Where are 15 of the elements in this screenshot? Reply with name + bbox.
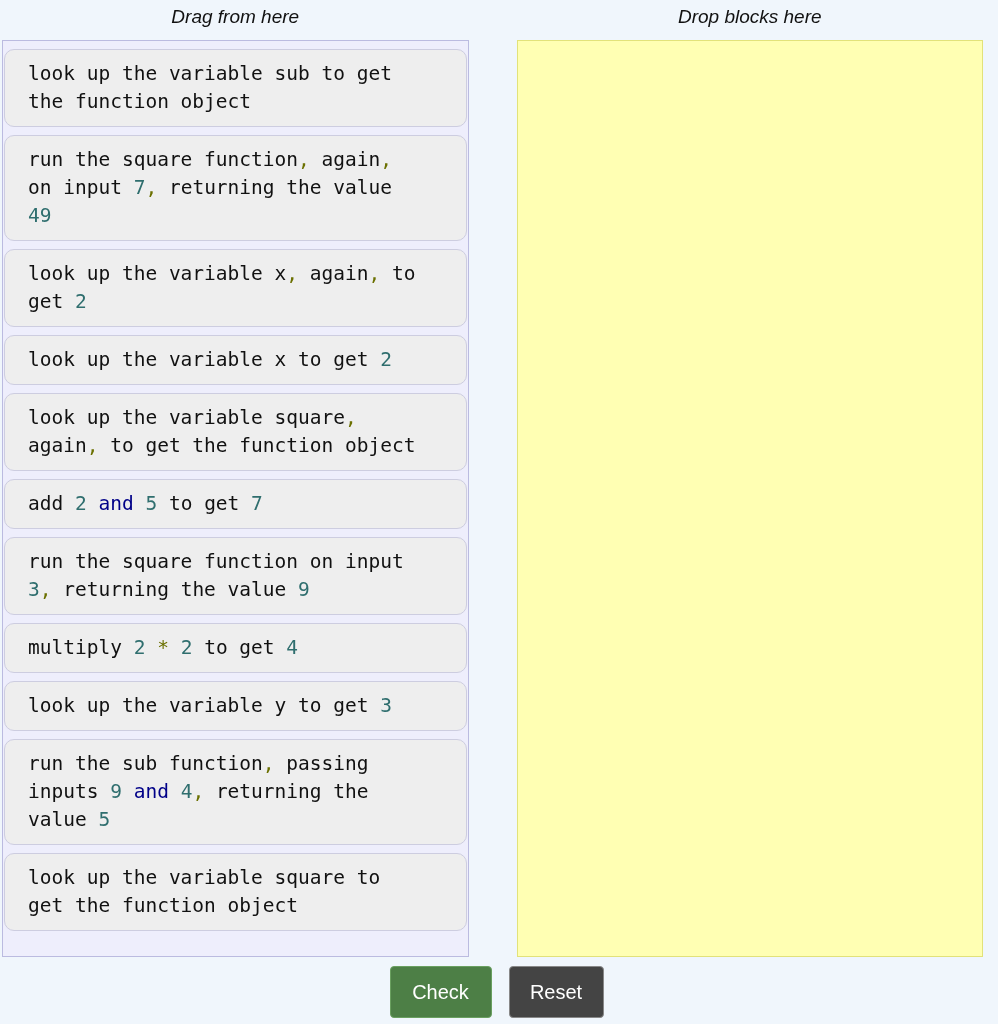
code-block[interactable]: look up the variable x to get 2 bbox=[4, 335, 467, 385]
reset-button[interactable]: Reset bbox=[508, 966, 604, 1018]
code-block[interactable]: run the sub function, passing inputs 9 and 4, returning the value 5 bbox=[4, 739, 467, 845]
column-heading: Drag from here bbox=[170, 5, 301, 29]
code-block[interactable]: look up the variable square, again, to get the function object bbox=[4, 393, 467, 471]
column-heading: Drop blocks here bbox=[676, 5, 823, 29]
code-block[interactable]: run the square function, again, on input 7, returning the value 49 bbox=[4, 135, 467, 241]
code-block[interactable]: multiply 2 * 2 to get 4 bbox=[4, 623, 467, 673]
check-button[interactable]: Check bbox=[389, 966, 492, 1018]
code-block[interactable]: look up the variable x, again, to get 2 bbox=[4, 249, 467, 327]
code-block[interactable]: run the square function on input 3, returning the value 9 bbox=[4, 537, 467, 615]
code-block[interactable]: look up the variable sub to get the function object bbox=[4, 49, 467, 127]
code-block[interactable]: look up the variable square to get the function object bbox=[4, 853, 467, 931]
code-block[interactable]: add 2 and 5 to get 7 bbox=[4, 479, 467, 529]
code-block[interactable]: look up the variable y to get 3 bbox=[4, 681, 467, 731]
